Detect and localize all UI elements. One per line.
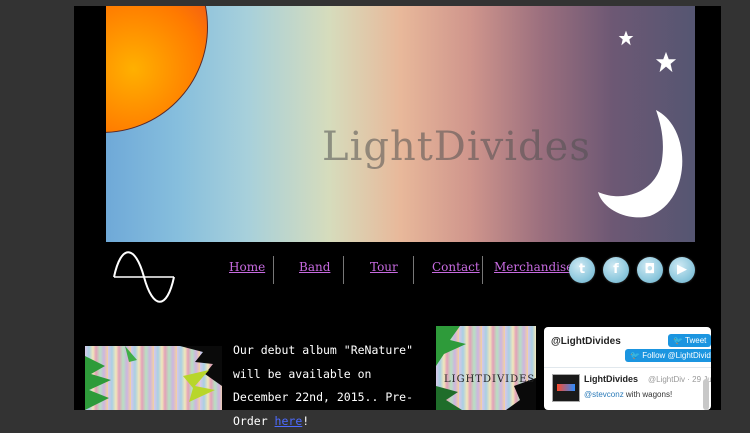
- album-art-label: LIGHTDIVIDES: [444, 374, 536, 385]
- nav-merchandise[interactable]: Merchandise: [494, 260, 573, 274]
- album-announcement: Our debut album "ReNature" will be avail…: [233, 343, 414, 428]
- youtube-icon[interactable]: ▶: [669, 257, 695, 283]
- nav-contact[interactable]: Contact: [432, 260, 480, 274]
- nav-home[interactable]: Home: [229, 260, 265, 274]
- preorder-link[interactable]: here: [275, 414, 303, 428]
- nav-divider: [413, 256, 414, 284]
- twitter-icon[interactable]: t: [569, 257, 595, 283]
- tweet-author[interactable]: LightDivides: [584, 374, 638, 384]
- sine-wave-logo[interactable]: [113, 250, 175, 304]
- leaf-decoration: [85, 346, 222, 410]
- nav-divider: [343, 256, 344, 284]
- tweet-button[interactable]: 🐦 Tweet: [668, 334, 711, 347]
- band-logo-text: LightDivides: [322, 124, 591, 170]
- leaf-decoration: [436, 326, 536, 410]
- nav-tour[interactable]: Tour: [370, 260, 398, 274]
- divider: [544, 367, 711, 368]
- scrollbar[interactable]: [703, 379, 709, 410]
- nav-band[interactable]: Band: [299, 260, 330, 274]
- twitter-timeline-widget: @LightDivides 🐦 Tweet 🐦 Follow @LightDiv…: [544, 327, 711, 410]
- header-banner: LightDivides: [106, 6, 695, 242]
- tweet-meta: @LightDiv · 29 Jun: [648, 375, 711, 384]
- mention-link[interactable]: @stevconz: [584, 390, 624, 399]
- follow-button[interactable]: 🐦 Follow @LightDivides: [625, 349, 711, 362]
- star-icon: [655, 51, 677, 73]
- avatar[interactable]: [552, 374, 580, 402]
- star-icon: [618, 30, 634, 46]
- nav-divider: [273, 256, 274, 284]
- moon-graphic: [598, 110, 683, 218]
- nav-divider: [482, 256, 483, 284]
- twitter-handle[interactable]: @LightDivides: [551, 336, 621, 347]
- album-cover-image[interactable]: [85, 346, 222, 410]
- album-art-image[interactable]: LIGHTDIVIDES: [436, 326, 536, 410]
- instagram-icon[interactable]: ◘: [637, 257, 663, 283]
- sun-graphic: [106, 6, 208, 133]
- facebook-icon[interactable]: f: [603, 257, 629, 283]
- tweet-text: @stevconz with wagons!: [584, 390, 673, 399]
